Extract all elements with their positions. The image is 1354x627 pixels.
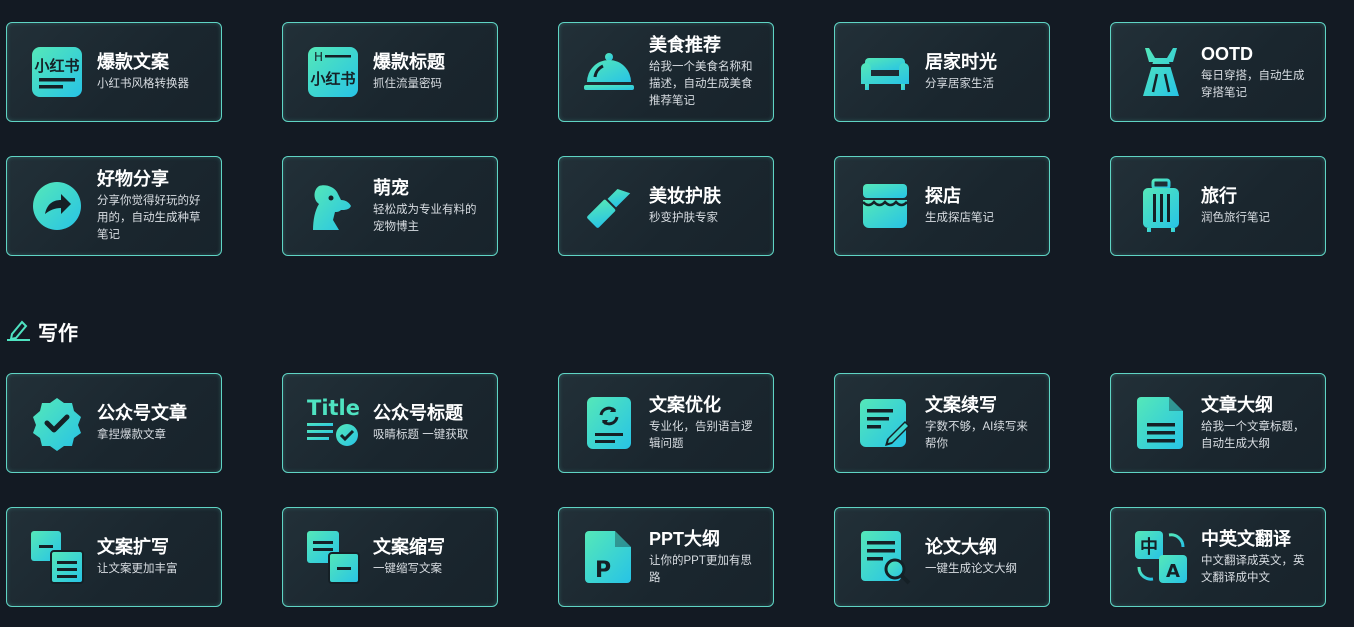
card-home-life[interactable]: 居家时光 分享居家生活 <box>834 22 1050 122</box>
sofa-icon <box>857 44 913 100</box>
section-title: 写作 <box>38 323 78 345</box>
card-title: 美食推荐 <box>649 35 721 55</box>
translate-icon: 中 A <box>1133 529 1189 585</box>
card-ootd[interactable]: OOTD 每日穿搭，自动生成穿搭笔记 <box>1110 22 1326 122</box>
svg-text:小红书: 小红书 <box>310 70 355 88</box>
card-desc: 专业化，告别语言逻辑问题 <box>649 420 753 450</box>
card-title: 中英文翻译 <box>1201 528 1291 549</box>
xiaohongshu-title-icon: H 小红书 <box>305 44 361 100</box>
card-desc: 拿捏爆款文章 <box>97 429 166 441</box>
card-travel[interactable]: 旅行 润色旅行笔记 <box>1110 156 1326 256</box>
svg-text:小红书: 小红书 <box>34 57 79 75</box>
card-title: 旅行 <box>1201 186 1237 206</box>
svg-text:中: 中 <box>1140 536 1158 558</box>
card-desc: 分享你觉得好玩的好用的，自动生成种草笔记 <box>97 195 201 241</box>
cloche-icon <box>581 44 637 100</box>
card-article-outline[interactable]: 文章大纲 给我一个文章标题，自动生成大纲 <box>1110 373 1326 473</box>
document-refresh-icon <box>581 395 637 451</box>
card-desc: 润色旅行笔记 <box>1201 212 1270 224</box>
card-beauty[interactable]: 美妆护肤 秒变护肤专家 <box>558 156 774 256</box>
storefront-icon <box>857 178 913 234</box>
card-title: 文案优化 <box>649 394 721 415</box>
svg-text:Title: Title <box>307 396 360 420</box>
card-wechat-article[interactable]: 公众号文章 拿捏爆款文章 <box>6 373 222 473</box>
expand-icon <box>29 529 85 585</box>
card-title: 爆款标题 <box>373 52 445 72</box>
card-title: 爆款文案 <box>97 52 169 72</box>
card-desc: 让文案更加丰富 <box>97 563 178 575</box>
title-check-icon: Title <box>305 395 361 451</box>
dog-icon <box>305 178 361 234</box>
card-desc: 小红书风格转换器 <box>97 78 189 90</box>
share-arrow-icon <box>29 178 85 234</box>
luggage-icon <box>1133 178 1189 234</box>
document-icon <box>1133 395 1189 451</box>
card-desc: 分享居家生活 <box>925 78 994 90</box>
svg-text:H: H <box>314 50 323 64</box>
verified-badge-icon <box>29 395 85 451</box>
card-desc: 生成探店笔记 <box>925 212 994 224</box>
card-store-visit[interactable]: 探店 生成探店笔记 <box>834 156 1050 256</box>
card-desc: 吸睛标题 一键获取 <box>373 429 469 441</box>
card-title: OOTD <box>1201 43 1253 64</box>
card-desc: 轻松成为专业有料的宠物博主 <box>373 203 477 233</box>
card-wechat-title[interactable]: Title 公众号标题 吸睛标题 一键获取 <box>282 373 498 473</box>
card-desc: 让你的PPT更加有思路 <box>649 554 752 584</box>
document-search-icon <box>857 529 913 585</box>
card-copy-expand[interactable]: 文案扩写 让文案更加丰富 <box>6 507 222 607</box>
pencil-icon <box>6 316 32 347</box>
card-desc: 给我一个文章标题，自动生成大纲 <box>1201 420 1305 450</box>
card-title: 论文大纲 <box>925 537 997 557</box>
card-good-share[interactable]: 好物分享 分享你觉得好玩的好用的，自动生成种草笔记 <box>6 156 222 256</box>
card-desc: 中文翻译成英文，英文翻译成中文 <box>1201 554 1305 584</box>
card-title: 文章大纲 <box>1201 394 1273 415</box>
card-viral-title[interactable]: H 小红书 爆款标题 抓住流量密码 <box>282 22 498 122</box>
card-desc: 抓住流量密码 <box>373 78 442 90</box>
card-copy-shrink[interactable]: 文案缩写 一键缩写文案 <box>282 507 498 607</box>
card-title: 文案续写 <box>925 394 997 415</box>
edit-note-icon <box>857 395 913 451</box>
card-desc: 一键生成论文大纲 <box>925 563 1017 575</box>
card-desc: 每日穿搭，自动生成穿搭笔记 <box>1201 69 1305 99</box>
svg-text:A: A <box>1166 561 1180 582</box>
section-writing: 写作 <box>6 316 78 347</box>
xiaohongshu-icon: 小红书 <box>29 44 85 100</box>
card-title: 萌宠 <box>373 177 409 198</box>
card-translate[interactable]: 中 A 中英文翻译 中文翻译成英文，英文翻译成中文 <box>1110 507 1326 607</box>
shrink-icon <box>305 529 361 585</box>
card-title: 公众号标题 <box>373 403 463 423</box>
card-desc: 秒变护肤专家 <box>649 212 718 224</box>
card-food-recommend[interactable]: 美食推荐 给我一个美食名称和描述，自动生成美食推荐笔记 <box>558 22 774 122</box>
card-ppt-outline[interactable]: P PPT大纲 让你的PPT更加有思路 <box>558 507 774 607</box>
card-title: 文案缩写 <box>373 537 445 557</box>
card-desc: 一键缩写文案 <box>373 563 442 575</box>
card-title: 美妆护肤 <box>649 186 721 206</box>
card-desc: 字数不够，AI续写来帮你 <box>925 420 1028 450</box>
card-thesis-outline[interactable]: 论文大纲 一键生成论文大纲 <box>834 507 1050 607</box>
card-copy-continue[interactable]: 文案续写 字数不够，AI续写来帮你 <box>834 373 1050 473</box>
card-viral-copy[interactable]: 小红书 爆款文案 小红书风格转换器 <box>6 22 222 122</box>
card-title: 公众号文章 <box>97 403 187 423</box>
card-copy-optimize[interactable]: 文案优化 专业化，告别语言逻辑问题 <box>558 373 774 473</box>
card-title: 好物分享 <box>97 169 169 189</box>
card-title: 文案扩写 <box>97 537 169 557</box>
card-title: 探店 <box>925 186 961 206</box>
card-title: 居家时光 <box>925 52 997 72</box>
svg-text:P: P <box>595 558 611 583</box>
lipstick-icon <box>581 178 637 234</box>
dress-icon <box>1133 44 1189 100</box>
card-desc: 给我一个美食名称和描述，自动生成美食推荐笔记 <box>649 61 753 107</box>
card-pets[interactable]: 萌宠 轻松成为专业有料的宠物博主 <box>282 156 498 256</box>
card-title: PPT大纲 <box>649 528 721 549</box>
ppt-file-icon: P <box>581 529 637 585</box>
